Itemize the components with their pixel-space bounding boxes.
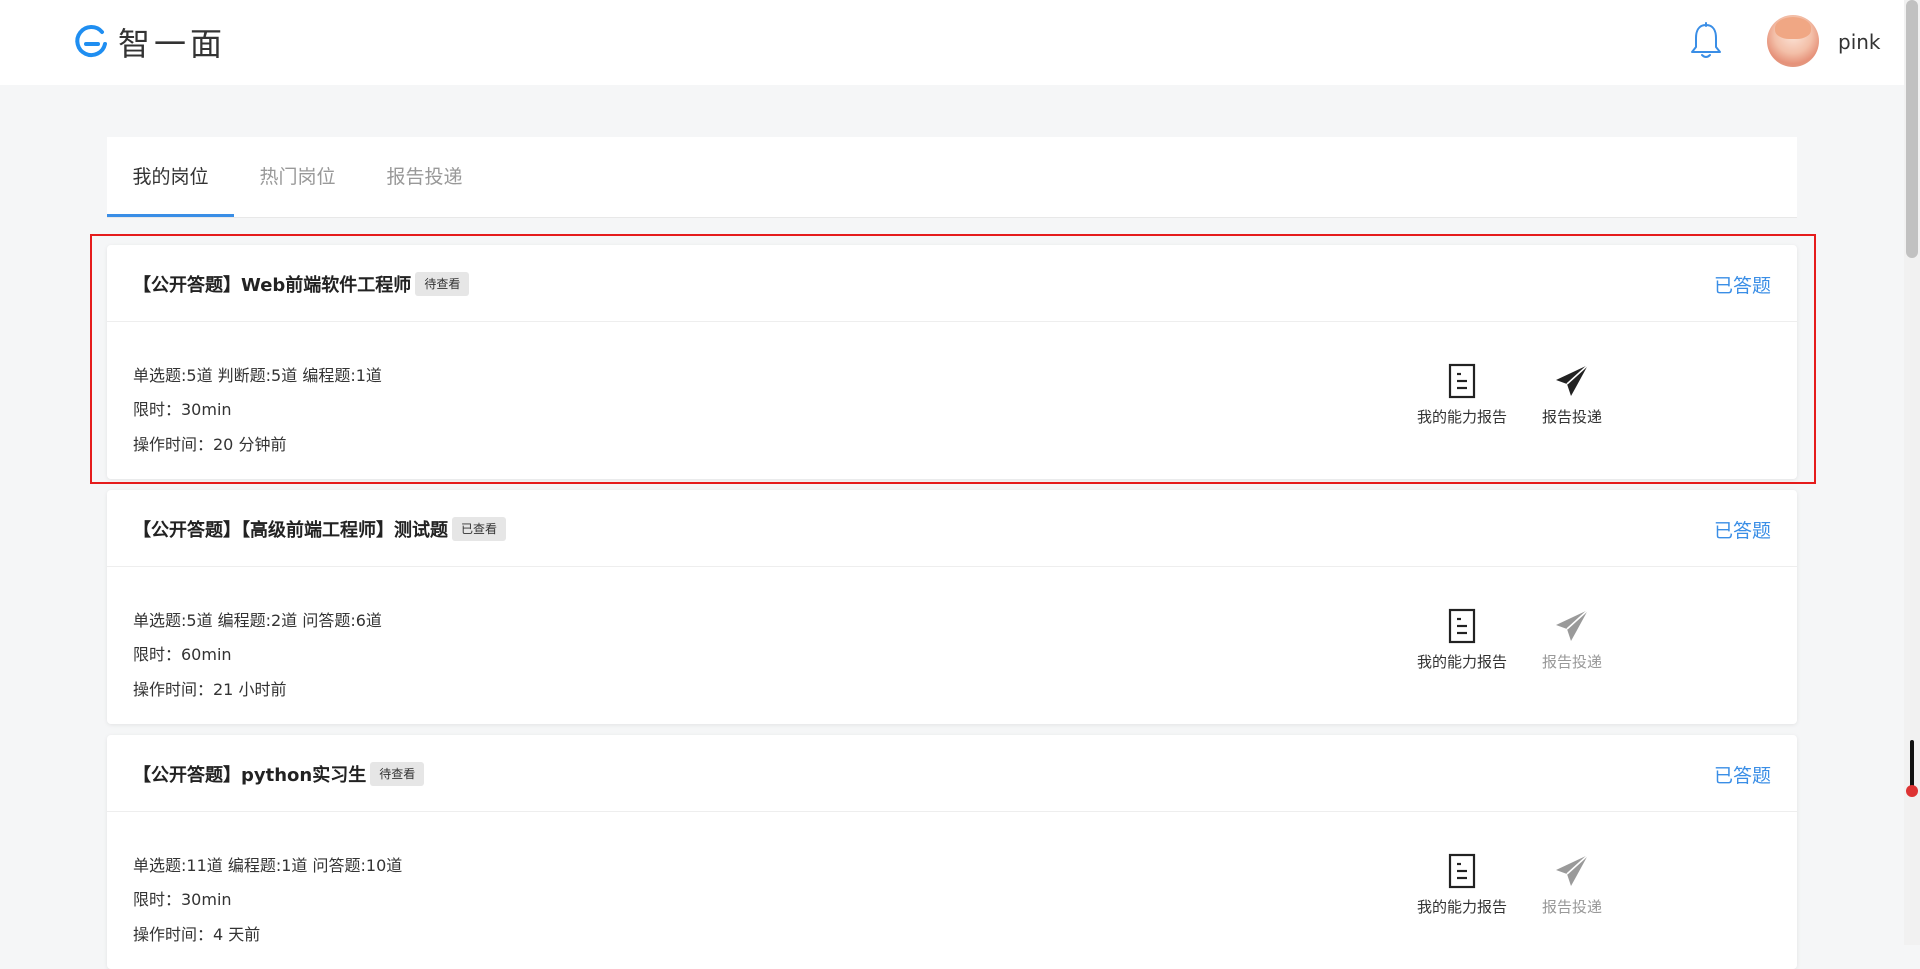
card-title-text: 【公开答题】Web前端软件工程师	[133, 275, 412, 296]
paper-plane-icon	[1556, 609, 1589, 641]
deliver-report-button[interactable]: 报告投递	[1517, 362, 1627, 427]
scroll-marker-dot	[1906, 785, 1918, 797]
deliver-report-label: 报告投递	[1541, 653, 1602, 671]
ability-report-label: 我的能力报告	[1416, 408, 1507, 426]
job-card: 【公开答题】python实习生 待查看 已答题 单选题:11道 编程题:1道 问…	[107, 735, 1797, 969]
deliver-report-button[interactable]: 报告投递	[1517, 852, 1627, 917]
deliver-report-label: 报告投递	[1541, 408, 1602, 426]
tab-hot-positions[interactable]: 热门岗位	[234, 137, 361, 217]
paper-plane-icon	[1556, 854, 1589, 886]
time-limit: 限时：60min	[133, 645, 232, 664]
answered-status-link[interactable]: 已答题	[1714, 516, 1771, 543]
card-header: 【公开答题】Web前端软件工程师 待查看 已答题	[107, 245, 1797, 322]
deliver-report-button[interactable]: 报告投递	[1517, 607, 1627, 672]
scroll-marker	[1910, 740, 1914, 790]
card-header: 【公开答题】python实习生 待查看 已答题	[107, 735, 1797, 812]
report-document-icon	[1448, 608, 1476, 644]
view-status-badge: 已查看	[452, 517, 507, 541]
scrollbar-thumb[interactable]	[1906, 0, 1918, 258]
question-counts: 单选题:5道 判断题:5道 编程题:1道	[133, 366, 382, 385]
job-card: 【公开答题】Web前端软件工程师 待查看 已答题 单选题:5道 判断题:5道 编…	[107, 245, 1797, 479]
top-bar: 智一面 pink	[0, 0, 1904, 85]
question-counts: 单选题:11道 编程题:1道 问答题:10道	[133, 856, 403, 875]
time-limit: 限时：30min	[133, 400, 232, 419]
question-counts: 单选题:5道 编程题:2道 问答题:6道	[133, 611, 382, 630]
tab-report-delivery[interactable]: 报告投递	[361, 137, 488, 217]
job-card: 【公开答题】【高级前端工程师】测试题 已查看 已答题 单选题:5道 编程题:2道…	[107, 490, 1797, 724]
ability-report-button[interactable]: 我的能力报告	[1407, 852, 1517, 917]
ability-report-button[interactable]: 我的能力报告	[1407, 607, 1517, 672]
ability-report-label: 我的能力报告	[1416, 653, 1507, 671]
card-header: 【公开答题】【高级前端工程师】测试题 已查看 已答题	[107, 490, 1797, 567]
logo[interactable]: 智一面	[72, 22, 227, 63]
view-status-badge: 待查看	[415, 272, 470, 296]
tabs-panel: 我的岗位 热门岗位 报告投递	[107, 137, 1797, 218]
view-status-badge: 待查看	[370, 762, 425, 786]
avatar[interactable]	[1767, 15, 1819, 67]
card-title[interactable]: 【公开答题】Web前端软件工程师 待查看	[133, 271, 470, 297]
ability-report-button[interactable]: 我的能力报告	[1407, 362, 1517, 427]
paper-plane-icon	[1556, 364, 1589, 396]
deliver-report-label: 报告投递	[1541, 898, 1602, 916]
report-document-icon	[1448, 853, 1476, 889]
answered-status-link[interactable]: 已答题	[1714, 271, 1771, 298]
logo-mark-icon	[75, 25, 107, 58]
bell-icon[interactable]	[1689, 22, 1723, 60]
operation-time: 操作时间：4 天前	[133, 925, 261, 944]
card-title-text: 【公开答题】【高级前端工程师】测试题	[133, 520, 448, 541]
answered-status-link[interactable]: 已答题	[1714, 761, 1771, 788]
logo-text: 智一面	[118, 25, 227, 63]
username[interactable]: pink	[1838, 30, 1881, 54]
time-limit: 限时：30min	[133, 890, 232, 909]
operation-time: 操作时间：20 分钟前	[133, 435, 287, 454]
operation-time: 操作时间：21 小时前	[133, 680, 287, 699]
card-title[interactable]: 【公开答题】【高级前端工程师】测试题 已查看	[133, 516, 507, 542]
card-title-text: 【公开答题】python实习生	[133, 765, 367, 786]
tab-my-positions[interactable]: 我的岗位	[107, 137, 234, 217]
ability-report-label: 我的能力报告	[1416, 898, 1507, 916]
report-document-icon	[1448, 363, 1476, 399]
active-tab-indicator	[107, 214, 234, 217]
card-title[interactable]: 【公开答题】python实习生 待查看	[133, 761, 425, 787]
